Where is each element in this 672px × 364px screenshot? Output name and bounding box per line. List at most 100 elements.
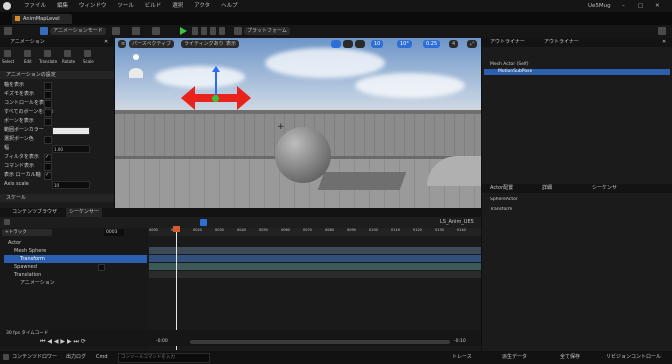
loop-icon[interactable]: ⟳ <box>81 338 86 345</box>
animation-settings-header[interactable]: アニメーションの設定 <box>6 71 56 79</box>
menu-item-build[interactable]: ビルド <box>145 0 162 12</box>
setting-checkbox[interactable] <box>44 100 52 108</box>
content-drawer-icon[interactable] <box>3 354 9 360</box>
track-row-selected[interactable]: Transform <box>4 255 147 263</box>
revision-control-button[interactable]: リビジョンコントロール <box>606 351 661 364</box>
step-icon[interactable] <box>192 27 198 35</box>
platform-icon[interactable] <box>234 27 242 35</box>
minimize-icon[interactable]: – <box>622 0 625 12</box>
trace-button[interactable]: トレース <box>452 351 472 364</box>
rotate-snap-value[interactable]: 10° <box>397 40 412 48</box>
save-icon[interactable] <box>4 27 12 35</box>
select-tool-icon[interactable] <box>4 50 11 57</box>
setting-checkbox[interactable] <box>44 118 52 126</box>
content-drawer-button[interactable]: コンテンツドロワー <box>12 351 57 364</box>
menu-item-edit[interactable]: 編集 <box>57 0 68 12</box>
camera-speed-value[interactable]: 4 <box>449 40 459 48</box>
pause-icon[interactable] <box>201 27 207 35</box>
scale-snap-value[interactable]: 0.25 <box>423 40 441 48</box>
menu-item-file[interactable]: ファイル <box>24 0 46 12</box>
menu-item-select[interactable]: 選択 <box>172 0 183 12</box>
jump-end-icon[interactable]: ⏭ <box>74 338 79 345</box>
mode-select-button[interactable]: アニメーションモード <box>50 27 106 35</box>
level-viewport[interactable]: + ≡ パースペクティブ ライティングあり 表示 10 10° 0.25 4 ⤢ <box>115 38 481 208</box>
sphere[interactable] <box>275 127 331 183</box>
scale-tool-icon[interactable] <box>84 50 91 57</box>
grid-snap-value[interactable]: 10 <box>371 40 384 48</box>
menu-item-actor[interactable]: アクタ <box>194 0 210 12</box>
console-input-box[interactable]: コンソールコマンドを入力 <box>118 353 210 363</box>
translate-tool-icon[interactable] <box>44 50 51 57</box>
timeline-scrollbar[interactable] <box>190 340 450 344</box>
setting-checkbox[interactable] <box>44 136 52 144</box>
play-reverse-icon[interactable]: ◀ <box>54 338 59 345</box>
setting-checkbox[interactable] <box>44 91 52 99</box>
track-row[interactable]: Actor <box>4 239 147 247</box>
close-panel-icon[interactable]: ✕ <box>104 38 108 47</box>
close-outliner-icon[interactable]: ✕ <box>662 38 666 47</box>
timeline-ruler[interactable]: 0000 0010 0020 0030 0040 0050 0060 0070 … <box>149 228 481 236</box>
jump-start-icon[interactable]: ⏮ <box>40 338 45 345</box>
options-icon[interactable] <box>219 27 225 35</box>
track-row[interactable]: Translation <box>4 271 147 279</box>
cmd-dropdown[interactable]: Cmd <box>96 351 108 364</box>
maximize-viewport-button[interactable]: ⤢ <box>467 40 477 48</box>
current-frame-field[interactable]: 0003 <box>104 230 117 235</box>
width-field[interactable]: 1.00 <box>52 145 90 153</box>
setting-checkbox[interactable]: ✓ <box>44 154 52 162</box>
output-log-button[interactable]: 出力ログ <box>66 351 86 364</box>
app-logo-icon[interactable] <box>3 2 11 10</box>
details-tab-actor[interactable]: Actor配置 <box>490 184 513 193</box>
menu-item-window[interactable]: ウィンドウ <box>79 0 107 12</box>
sequencer-tab[interactable]: シーケンサー <box>66 208 102 217</box>
derived-data-button[interactable]: 派生データ <box>502 351 527 364</box>
prev-frame-icon[interactable]: ◀ <box>47 338 52 345</box>
menu-item-tools[interactable]: ツール <box>117 0 134 12</box>
outliner-item-selected[interactable]: MotionSubPose <box>484 69 670 75</box>
blueprint-icon[interactable] <box>132 27 140 35</box>
setting-checkbox[interactable] <box>44 82 52 90</box>
sequencer-save-icon[interactable] <box>4 219 10 225</box>
rotate-tool-icon[interactable] <box>64 50 71 57</box>
stop-icon[interactable] <box>210 27 216 35</box>
axis-scale-field[interactable]: 10 <box>52 181 90 189</box>
add-track-button[interactable]: +トラック <box>5 229 27 236</box>
setting-checkbox[interactable]: ✓ <box>44 172 52 180</box>
setting-checkbox[interactable] <box>44 109 52 117</box>
settings-icon[interactable] <box>658 27 666 35</box>
outliner-item[interactable]: Mesh Actor (Self) <box>484 62 670 68</box>
playhead-handle-icon[interactable] <box>173 226 180 232</box>
color-swatch[interactable] <box>52 127 90 135</box>
setting-checkbox[interactable] <box>44 163 52 171</box>
scale-mode-button[interactable] <box>355 40 365 48</box>
details-tab-details[interactable]: 詳細 <box>542 184 552 193</box>
outliner-tab-2[interactable]: アウトライナー <box>544 38 579 47</box>
show-button[interactable]: 表示 <box>223 40 240 48</box>
menu-item-help[interactable]: ヘルプ <box>221 0 238 12</box>
details-tab-sequencer[interactable]: シーケンサ <box>592 184 617 193</box>
rotate-mode-button[interactable] <box>343 40 353 48</box>
scale-section-header[interactable]: スケール <box>6 194 26 202</box>
maximize-icon[interactable]: □ <box>638 0 643 12</box>
details-transform-row[interactable]: Transform <box>490 207 512 212</box>
track-row[interactable]: Mesh Sphere <box>4 247 147 255</box>
viewport-options-button[interactable]: ≡ <box>118 40 126 48</box>
edit-tool-icon[interactable] <box>24 50 31 57</box>
lighting-button[interactable]: ライティングあり <box>181 40 227 48</box>
play-icon[interactable] <box>180 27 187 35</box>
outliner-tab[interactable]: アウトライナー <box>490 38 525 47</box>
next-frame-icon[interactable]: ▶ <box>67 338 72 345</box>
sequencer-snap-icon[interactable] <box>200 219 207 226</box>
perspective-button[interactable]: パースペクティブ <box>129 40 175 48</box>
gizmo-z-arrow-icon[interactable] <box>215 70 217 98</box>
level-tab[interactable]: AnimMapLevel <box>12 14 72 24</box>
translate-mode-button[interactable] <box>331 40 341 48</box>
platform-button[interactable]: プラットフォーム <box>244 27 290 35</box>
content-browser-tab[interactable]: コンテンツブラウザ <box>12 208 57 217</box>
close-icon[interactable]: ✕ <box>655 0 660 12</box>
save-all-button[interactable]: 全て保存 <box>560 351 580 364</box>
cinematics-icon[interactable] <box>152 27 160 35</box>
mode-icon[interactable] <box>40 27 48 35</box>
track-row[interactable]: Spawned <box>4 263 147 271</box>
add-actor-icon[interactable] <box>112 27 120 35</box>
